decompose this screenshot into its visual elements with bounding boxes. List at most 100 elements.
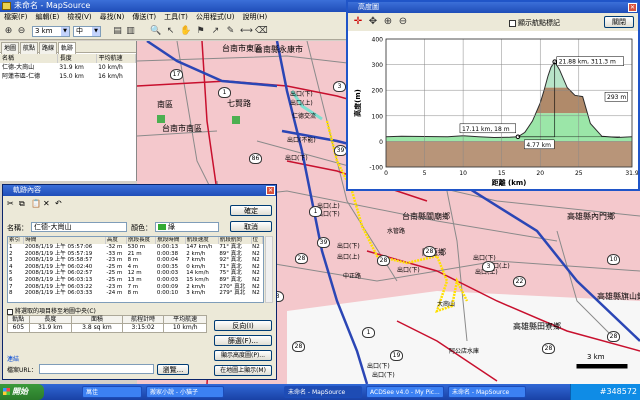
col-leg-course[interactable]: 航段航向 xyxy=(218,237,252,244)
checkbox-box[interactable] xyxy=(7,308,13,315)
col-leg-speed[interactable]: 航段速度 xyxy=(185,237,219,244)
zoom-select[interactable]: 3 km ▼ xyxy=(32,26,70,37)
zoom-out-icon[interactable]: ⊖ xyxy=(16,26,27,37)
close-icon[interactable]: ✕ xyxy=(266,186,275,195)
track-tool-icon[interactable]: ✎ xyxy=(225,26,236,37)
menu-find[interactable]: 尋找(N) xyxy=(96,12,129,23)
pan-icon[interactable]: ✥ xyxy=(367,16,379,28)
table-row[interactable]: 1 2008/1/19 上午 05:57:06 -32 m 530 m 0:00:13 1… xyxy=(8,244,263,251)
dialog-titlebar[interactable]: 軌跡內容 ✕ xyxy=(3,185,276,196)
menu-view[interactable]: 檢視(V) xyxy=(63,12,95,23)
tab-tracks[interactable]: 軌跡 xyxy=(58,42,77,54)
center-checkbox[interactable]: 將選取的項目移至地圖中央(C) xyxy=(7,306,96,315)
tab-routes[interactable]: 路線 xyxy=(39,42,58,54)
zoom-out-icon[interactable]: ⊖ xyxy=(397,16,409,28)
menu-file[interactable]: 檔案(F) xyxy=(0,12,32,23)
trackpoint-table[interactable]: 索引 時間 高度 航段長度 航段時間 航段速度 航段航向 位 1 2008/1/1… xyxy=(7,236,264,303)
close-button[interactable]: 關閉 xyxy=(604,16,634,28)
zoom-in-icon[interactable]: ⊕ xyxy=(382,16,394,28)
col-name[interactable]: 名稱 xyxy=(0,54,58,63)
cut-icon[interactable]: ✂ xyxy=(7,199,14,208)
measure-tool-icon[interactable]: ⟷ xyxy=(240,26,253,37)
menu-help[interactable]: 說明(H) xyxy=(238,12,271,23)
color-select[interactable]: 綠 xyxy=(155,222,219,232)
crosshair-icon[interactable]: ✛ xyxy=(352,16,364,28)
col-time[interactable]: 時間 xyxy=(23,237,106,244)
road-number: 28 xyxy=(295,253,308,264)
col-index[interactable]: 索引 xyxy=(8,237,25,244)
col-position[interactable]: 位 xyxy=(251,237,263,244)
taskbar-item[interactable]: ACDSee v4.0 - My Pic... xyxy=(366,386,444,398)
route-tool-icon[interactable]: ↗ xyxy=(210,26,221,37)
profile-titlebar[interactable]: 高度圖 ✕ xyxy=(348,2,638,13)
tab-maps[interactable]: 地圖 xyxy=(1,42,20,54)
track-stats: 軌點 長度 面積 航程計時 平均航速 605 31.9 km 3.8 sq km… xyxy=(7,315,207,335)
map-label: 台南市東區 xyxy=(222,44,262,53)
menu-tools[interactable]: 工具(T) xyxy=(160,12,192,23)
y-tick-label: 100 xyxy=(372,113,384,120)
col-length[interactable]: 長度 xyxy=(57,54,97,63)
copy-icon[interactable]: ⧉ xyxy=(19,199,25,209)
area-below-zero xyxy=(386,141,632,167)
x-tick-label: 15 xyxy=(498,170,506,177)
road-number: 86 xyxy=(249,153,262,164)
taskbar-item[interactable]: 未命名 - MapSource xyxy=(448,386,526,398)
delete-icon[interactable]: ✕ xyxy=(43,199,50,208)
stat-duration: 3:15:02 xyxy=(121,323,165,333)
hand-tool-icon[interactable]: ✋ xyxy=(180,26,191,37)
show-on-map-button[interactable]: 在地圖上顯示(M) xyxy=(214,365,272,376)
y-tick-label: 400 xyxy=(372,37,384,44)
table-row[interactable]: 8 2008/1/19 上午 06:03:33 -24 m8 m 0:00:10 3 k… xyxy=(8,290,263,297)
list-item[interactable]: 仁德-大崗山 31.9 km 10 km/h xyxy=(0,63,136,72)
zoom-tool-icon[interactable]: 🔍 xyxy=(150,26,161,37)
height-annotation: 293 m xyxy=(607,94,626,101)
paste-icon[interactable]: 📋 xyxy=(31,199,41,208)
zoom-in-icon[interactable]: ⊕ xyxy=(3,26,14,37)
filter-button[interactable]: 篩選(F)... xyxy=(214,335,272,346)
ok-button[interactable]: 確定 xyxy=(230,205,272,216)
menu-utilities[interactable]: 公用程式(U) xyxy=(192,12,239,23)
undo-icon[interactable]: ↶ xyxy=(55,199,62,208)
table-row[interactable]: 3 2008/1/19 上午 05:58:57 -23 m8 m 0:00:04 7 k… xyxy=(8,257,263,264)
x-tick-label: 31.9 xyxy=(625,170,638,177)
col-avg-speed[interactable]: 平均航速 xyxy=(96,54,137,63)
track-name-input[interactable]: 仁德-大崗山 xyxy=(31,222,127,232)
waypoint-tool-icon[interactable]: ⚑ xyxy=(195,26,206,37)
file-url-input[interactable] xyxy=(39,364,154,374)
taskbar-item[interactable]: 未命名 - MapSource xyxy=(284,386,362,398)
file-url-label: 檔案URL： xyxy=(7,367,37,374)
taskbar-item[interactable]: 搬家小說 - 小貓子 xyxy=(146,386,224,398)
road-number: 22 xyxy=(513,276,526,287)
cancel-button[interactable]: 取消 xyxy=(230,221,272,232)
elevation-chart[interactable]: -100 0 100 200 300 400 0 5 10 15 20 25 31.9 距離 (km) 高度… xyxy=(348,31,639,189)
taskbar-item[interactable]: 萬佳 xyxy=(82,386,142,398)
col-leg-length[interactable]: 航段長度 xyxy=(126,237,157,244)
start-button[interactable]: 開始 xyxy=(0,384,44,400)
map-label: 出口(下) xyxy=(337,243,360,250)
detail-select[interactable]: 中 ▼ xyxy=(73,26,101,37)
checkbox-box[interactable] xyxy=(509,19,516,27)
col-altitude[interactable]: 高度 xyxy=(105,237,128,244)
device-send-icon[interactable]: ▥ xyxy=(125,26,136,37)
reverse-button[interactable]: 反向(I) xyxy=(214,320,272,331)
show-profile-button[interactable]: 顯示高度圖(P)... xyxy=(214,350,272,361)
table-row[interactable]: 5 2008/1/19 上午 06:02:57 -25 m 12 m 0:00:03 14… xyxy=(8,270,263,277)
map-label: 高雄縣內門鄉 xyxy=(567,212,615,221)
erase-tool-icon[interactable]: ⌫ xyxy=(255,26,268,37)
select-tool-icon[interactable]: ↖ xyxy=(165,26,176,37)
close-icon[interactable]: ✕ xyxy=(628,3,637,12)
menu-transfer[interactable]: 傳送(T) xyxy=(128,12,160,23)
map-label: 南區 xyxy=(157,100,173,109)
col-leg-time[interactable]: 航段時間 xyxy=(155,237,186,244)
peak-annotation: 21.88 km, 311.3 m xyxy=(559,59,616,66)
app-titlebar[interactable]: 未命名 - MapSource xyxy=(0,0,346,12)
menu-edit[interactable]: 編輯(E) xyxy=(32,12,64,23)
table-row[interactable]: 6 2008/1/19 上午 06:03:13 -25 m 13 m 0:00:03 15… xyxy=(8,277,263,284)
map-label: 台南縣關廟鄉 xyxy=(402,212,450,221)
show-waypoints-checkbox[interactable]: 顯示航點標記 xyxy=(509,18,560,28)
table-scrollbar[interactable] xyxy=(265,236,273,303)
browse-button[interactable]: 瀏覽... xyxy=(157,364,189,375)
tab-waypoints[interactable]: 航點 xyxy=(20,42,39,54)
device-receive-icon[interactable]: ▤ xyxy=(112,26,123,37)
list-item[interactable]: 阿蓮市區-仁德 15.0 km 16 km/h xyxy=(0,72,136,81)
